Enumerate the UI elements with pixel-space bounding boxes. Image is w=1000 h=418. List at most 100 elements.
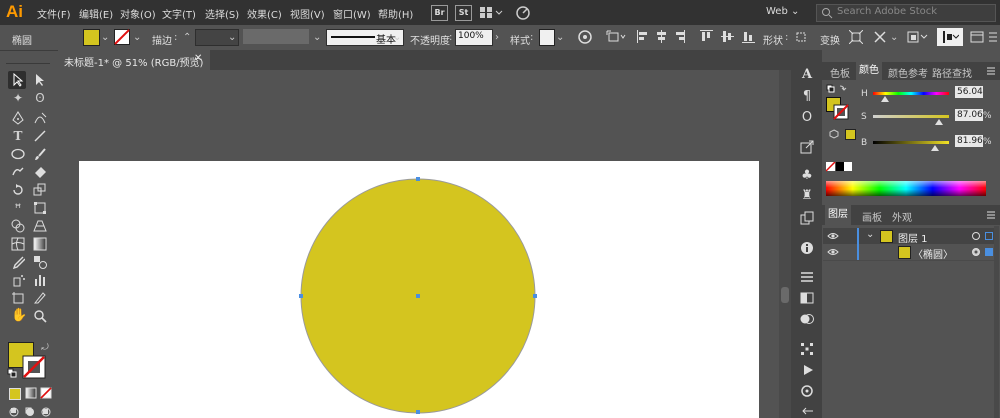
- align-buttons[interactable]: [636, 29, 766, 45]
- chevron-down-icon[interactable]: ⌄: [313, 32, 321, 43]
- shape-builder-tool-icon[interactable]: [11, 219, 25, 233]
- panel-menu-icon[interactable]: [986, 210, 996, 220]
- arrange-documents-icon[interactable]: [479, 6, 505, 19]
- links-panel-icon[interactable]: [801, 405, 815, 417]
- target-icon[interactable]: [971, 231, 981, 241]
- bridge-icon[interactable]: Br: [431, 5, 448, 21]
- transform-label[interactable]: 变换: [820, 32, 840, 47]
- chevron-down-icon[interactable]: ⌄: [393, 32, 401, 43]
- swap-fill-stroke-icon[interactable]: ⤾: [38, 341, 52, 355]
- type-tool-icon[interactable]: T: [11, 129, 25, 143]
- tab-swatches[interactable]: 色板: [830, 65, 850, 80]
- align-to-icon[interactable]: [606, 30, 626, 44]
- layer-row[interactable]: ⌄ 图层 1: [823, 228, 995, 245]
- web-safe-color-swatch[interactable]: [845, 129, 856, 140]
- hand-tool-icon[interactable]: ✋: [11, 309, 27, 323]
- chevron-down-icon[interactable]: ⌄: [133, 32, 141, 43]
- workspace-switcher[interactable]: Web ⌄: [766, 6, 799, 17]
- menu-help[interactable]: 帮助(H): [378, 6, 413, 21]
- paintbrush-tool-icon[interactable]: [33, 147, 47, 161]
- eraser-tool-icon[interactable]: [33, 165, 47, 179]
- symbols-panel-icon[interactable]: ♣: [800, 169, 814, 183]
- ellipse-tool-icon[interactable]: [11, 147, 25, 161]
- artboards-panel-icon[interactable]: [800, 211, 814, 225]
- info-panel-icon[interactable]: [800, 241, 814, 255]
- menu-edit[interactable]: 编辑(E): [79, 6, 113, 21]
- layer-name[interactable]: 图层 1: [898, 230, 928, 245]
- anchor-point[interactable]: [416, 410, 420, 414]
- saturation-value[interactable]: 87.06: [955, 109, 983, 121]
- target-icon[interactable]: [971, 247, 981, 257]
- pen-tool-icon[interactable]: [11, 111, 25, 125]
- tab-appearance[interactable]: 外观: [892, 209, 912, 224]
- curvature-tool-icon[interactable]: [33, 111, 47, 125]
- blend-tool-icon[interactable]: [33, 255, 47, 269]
- isolate-group-icon[interactable]: [849, 30, 863, 44]
- opentype-panel-icon[interactable]: O: [800, 111, 814, 125]
- align-panel-icon[interactable]: [800, 342, 814, 356]
- menu-effect[interactable]: 效果(C): [247, 6, 282, 21]
- gpu-performance-icon[interactable]: [515, 5, 531, 20]
- saturation-slider-knob[interactable]: [935, 119, 944, 125]
- selection-indicator[interactable]: [985, 248, 993, 256]
- tab-artboards[interactable]: 画板: [862, 209, 882, 224]
- chevron-down-icon[interactable]: ⌄: [101, 32, 109, 43]
- default-fill-stroke-icon[interactable]: [7, 368, 17, 378]
- eyedropper-tool-icon[interactable]: [11, 255, 25, 269]
- recolor-artwork-icon[interactable]: [578, 30, 592, 44]
- stroke-none-swatch[interactable]: [22, 355, 48, 381]
- eye-icon[interactable]: [827, 231, 839, 241]
- paragraph-panel-icon[interactable]: ¶: [800, 90, 814, 104]
- chevron-down-icon[interactable]: ⌄: [228, 32, 236, 43]
- menu-view[interactable]: 视图(V): [290, 6, 325, 21]
- direct-selection-tool-icon[interactable]: [33, 73, 47, 87]
- menu-window[interactable]: 窗口(W): [333, 6, 371, 21]
- tab-color-guide[interactable]: 颜色参考: [888, 65, 928, 80]
- chevron-down-icon[interactable]: ⌄: [890, 32, 898, 43]
- preferences-icon[interactable]: [970, 30, 984, 44]
- stroke-none-swatch[interactable]: [114, 29, 130, 45]
- shape-options-icon[interactable]: [794, 30, 808, 44]
- vertical-scrollbar[interactable]: [779, 70, 791, 418]
- fill-swatch[interactable]: [83, 29, 100, 46]
- free-transform-tool-icon[interactable]: [33, 201, 47, 215]
- saturation-slider[interactable]: [873, 115, 949, 118]
- artboard-tool-icon[interactable]: [11, 291, 25, 305]
- gradient-panel-icon[interactable]: [800, 291, 814, 305]
- slice-tool-icon[interactable]: [33, 291, 47, 305]
- chevron-right-icon[interactable]: ›: [495, 32, 499, 43]
- stroke-weight-stepper[interactable]: ⌃: [183, 32, 191, 43]
- draw-modes[interactable]: [8, 405, 54, 418]
- selection-tool-icon[interactable]: [11, 73, 25, 87]
- tab-layers[interactable]: 图层: [825, 205, 851, 225]
- hue-slider-knob[interactable]: [881, 96, 890, 102]
- menu-file[interactable]: 文件(F): [37, 6, 71, 21]
- gradient-mode-button[interactable]: [25, 387, 37, 399]
- menu-select[interactable]: 选择(S): [205, 6, 239, 21]
- properties-panel-icon[interactable]: [800, 384, 814, 398]
- selection-indicator[interactable]: [985, 232, 993, 240]
- anchor-point[interactable]: [416, 177, 420, 181]
- layers-scrollbar[interactable]: [994, 226, 999, 418]
- rotate-tool-icon[interactable]: [11, 183, 25, 197]
- control-menu-icon[interactable]: [988, 31, 998, 45]
- layer-row[interactable]: 〈椭圆〉: [823, 244, 995, 261]
- character-panel-icon[interactable]: A: [800, 68, 814, 82]
- draw-mode-icon[interactable]: [907, 30, 929, 44]
- column-graph-tool-icon[interactable]: [33, 273, 47, 287]
- document-setup-button[interactable]: [937, 28, 963, 46]
- anchor-point[interactable]: [299, 294, 303, 298]
- variable-width-profile[interactable]: [243, 29, 309, 44]
- perspective-grid-tool-icon[interactable]: [33, 219, 47, 233]
- stock-icon[interactable]: St: [455, 5, 472, 21]
- scale-tool-icon[interactable]: [33, 183, 47, 197]
- color-panel-stroke[interactable]: [833, 104, 849, 120]
- quick-colors[interactable]: [826, 162, 852, 172]
- zoom-tool-icon[interactable]: [33, 309, 47, 323]
- actions-panel-icon[interactable]: [801, 363, 815, 377]
- brightness-slider[interactable]: [873, 141, 949, 144]
- center-point[interactable]: [416, 294, 420, 298]
- color-spectrum[interactable]: [826, 181, 986, 196]
- gradient-tool-icon[interactable]: [33, 237, 47, 251]
- brushes-panel-icon[interactable]: ♜: [800, 189, 814, 203]
